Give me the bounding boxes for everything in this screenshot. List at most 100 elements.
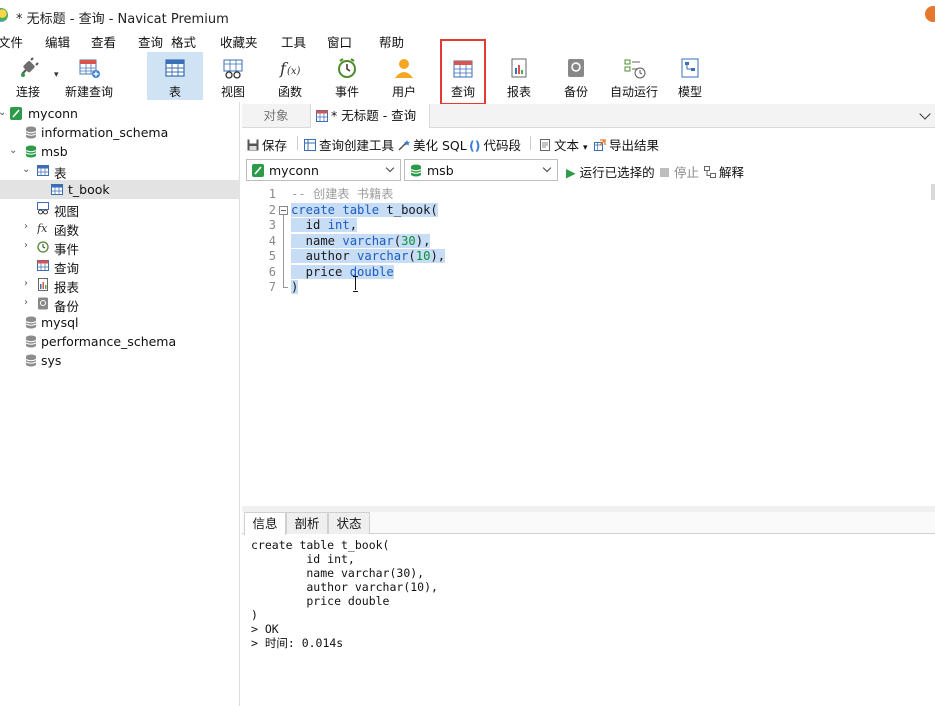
backup-icon (38, 297, 48, 310)
tree-item-msb[interactable]: ⌄ msb (0, 142, 240, 161)
collapse-arrow-icon[interactable]: ⌄ (22, 164, 32, 176)
query-builder-button[interactable]: 查询创建工具 (304, 135, 394, 154)
code-line: price double (291, 265, 394, 279)
event-button[interactable]: 事件 (319, 52, 375, 100)
tree-item-backups[interactable]: › 备份 (0, 294, 240, 314)
connect-dropdown-icon[interactable]: ▾ (54, 70, 59, 80)
query-button[interactable]: 查询 (440, 39, 486, 105)
menu-tools[interactable]: 工具 (281, 32, 306, 51)
backup-icon (568, 59, 584, 77)
tree-label: t_book (68, 182, 110, 197)
title-bar: * 无标题 - 查询 - Navicat Premium (0, 0, 935, 30)
expand-arrow-icon[interactable]: › (24, 278, 34, 290)
backup-label: 备份 (563, 85, 588, 99)
fold-guide-end (283, 287, 288, 288)
menu-view[interactable]: 查看 (91, 32, 116, 51)
tab-objects[interactable]: 对象 (242, 104, 310, 128)
table-button[interactable]: 表 (147, 52, 203, 100)
collapse-arrow-icon[interactable]: ⌄ (0, 107, 8, 119)
menu-edit[interactable]: 编辑 (45, 32, 70, 51)
new-query-button[interactable]: 新建查询 (62, 52, 116, 100)
menu-help[interactable]: 帮助 (379, 32, 404, 51)
text-mode-dropdown-icon[interactable]: ▾ (583, 143, 588, 153)
line-number: 4 (268, 234, 276, 248)
auto-run-button[interactable]: 自动运行 (604, 52, 664, 100)
query-icon (37, 260, 49, 271)
table-label: 表 (168, 85, 181, 99)
expand-arrow-icon[interactable]: › (24, 240, 34, 252)
tree-item-reports[interactable]: › 报表 (0, 275, 240, 295)
model-button[interactable]: 模型 (662, 52, 718, 100)
tab-status[interactable]: 状态 (328, 512, 370, 534)
tree-item-t-book[interactable]: t_book (0, 180, 240, 199)
tabs-dropdown-chevron-icon[interactable] (919, 108, 931, 120)
menu-file[interactable]: 文件 (0, 32, 23, 51)
tree-item-functions[interactable]: › fx 函数 (0, 218, 240, 238)
new-query-label: 新建查询 (64, 85, 113, 99)
tree-item-queries[interactable]: 查询 (0, 256, 240, 276)
tree-item-mysql[interactable]: mysql (0, 313, 240, 332)
line-number: 6 (268, 265, 276, 279)
code-line-comment: -- 创建表 书籍表 (291, 187, 394, 201)
fold-toggle-icon[interactable] (279, 206, 288, 215)
text-document-icon (540, 139, 550, 151)
message-elapsed-time: > 时间: 0.014s (251, 636, 344, 650)
expand-arrow-icon[interactable]: › (24, 221, 34, 233)
expand-arrow-icon[interactable]: › (24, 297, 34, 309)
save-button[interactable]: 保存 (247, 135, 287, 154)
code-snippet-label: 代码段 (483, 138, 521, 153)
magic-wand-icon (398, 140, 410, 151)
window-title: * 无标题 - 查询 - Navicat Premium (16, 12, 229, 27)
table-icon (165, 59, 185, 77)
report-button[interactable]: 报表 (491, 52, 547, 100)
tree-item-performance-schema[interactable]: performance_schema (0, 332, 240, 351)
query-icon (453, 60, 473, 78)
tab-profile[interactable]: 剖析 (286, 512, 328, 534)
event-label: 事件 (334, 85, 359, 99)
parentheses-icon: () (469, 138, 481, 153)
beautify-sql-button[interactable]: 美化 SQL (398, 135, 467, 154)
tree-item-information-schema[interactable]: information_schema (0, 123, 240, 142)
tree-item-sys[interactable]: sys (0, 351, 240, 370)
tree-item-myconn[interactable]: ⌄ myconn (0, 104, 240, 123)
tree-item-tables[interactable]: ⌄ 表 (0, 161, 240, 181)
menu-format[interactable]: 格式 (171, 32, 196, 51)
view-button[interactable]: 视图 (205, 52, 261, 100)
tree-label: sys (41, 353, 62, 368)
stop-button[interactable]: 停止 (660, 162, 699, 181)
query-toolbar: 保存 查询创建工具 美化 SQL () 代码段 文本 ▾ 导出结果 (242, 130, 935, 156)
user-button[interactable]: 用户 (376, 52, 432, 100)
export-results-button[interactable]: 导出结果 (594, 135, 659, 154)
code-snippet-button[interactable]: () 代码段 (469, 135, 521, 154)
backup-button[interactable]: 备份 (548, 52, 604, 100)
stop-icon (660, 168, 669, 177)
report-label: 报表 (506, 85, 531, 99)
message-line: author varchar(10), (251, 580, 438, 594)
connect-button[interactable]: 连接 (0, 52, 56, 100)
text-mode-button[interactable]: 文本 ▾ (539, 135, 588, 154)
tab-query[interactable]: * 无标题 - 查询 (310, 104, 430, 128)
menu-window[interactable]: 窗口 (327, 32, 352, 51)
line-number: 3 (268, 218, 276, 232)
view-icon (223, 59, 243, 79)
connection-icon (10, 107, 22, 120)
editor-scrollbar[interactable] (931, 184, 935, 200)
connection-select[interactable]: myconn (246, 159, 401, 181)
database-select[interactable]: msb (404, 159, 558, 181)
function-button[interactable]: f (x) 函数 (262, 52, 318, 100)
menu-favorites[interactable]: 收藏夹 (220, 32, 258, 51)
database-icon (25, 335, 37, 348)
sql-editor[interactable]: 1 2 3 4 5 6 7 -- 创建表 书籍表 create table t_… (242, 184, 935, 506)
run-selected-button[interactable]: ▶ 运行已选择的 (566, 162, 655, 181)
chevron-down-icon (385, 163, 395, 173)
window-control-icon[interactable] (925, 6, 935, 22)
tree-item-events[interactable]: › 事件 (0, 237, 240, 257)
tab-message[interactable]: 信息 (244, 512, 286, 535)
explain-button[interactable]: 解释 (704, 162, 744, 181)
database-icon (410, 164, 422, 177)
code-line: name varchar(30), (291, 234, 431, 248)
tree-item-views[interactable]: 视图 (0, 199, 240, 219)
menu-query[interactable]: 查询 (138, 32, 163, 51)
report-icon (38, 278, 48, 291)
collapse-arrow-icon[interactable]: ⌄ (9, 145, 19, 157)
